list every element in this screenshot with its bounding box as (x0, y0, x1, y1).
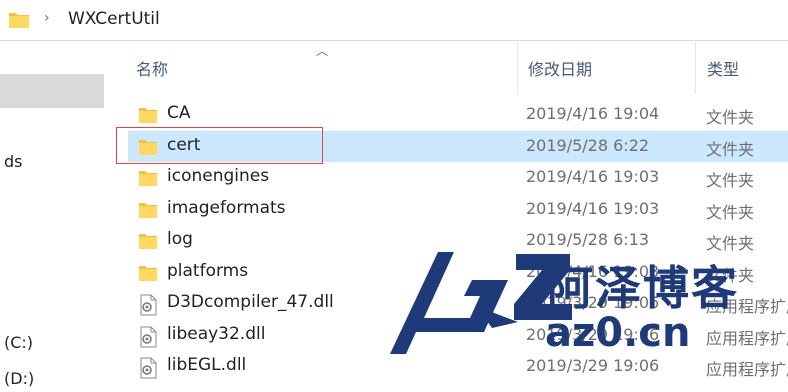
file-row[interactable]: imageformats 2019/4/16 19:03 文件夹 (128, 194, 788, 225)
column-divider[interactable] (517, 42, 518, 94)
highlight-box (116, 127, 323, 164)
nav-item-drive-d[interactable]: (D:) (4, 369, 34, 388)
navigation-pane: ds (C:) (D:) (0, 41, 120, 392)
breadcrumb-path[interactable]: WXCertUtil (68, 9, 160, 29)
file-type: 文件夹 (706, 202, 755, 222)
nav-selected-item[interactable] (0, 74, 104, 108)
file-name[interactable]: imageformats (167, 198, 286, 218)
dll-file-icon (138, 294, 158, 316)
watermark-url: az0.cn (545, 310, 691, 356)
file-name[interactable]: libEGL.dll (167, 355, 246, 375)
folder-icon (138, 263, 158, 283)
file-date: 2019/4/16 19:03 (526, 198, 660, 218)
file-date: 2019/4/16 19:04 (526, 104, 660, 123)
file-name[interactable]: libeay32.dll (167, 324, 265, 344)
file-type: 文件夹 (706, 171, 755, 190)
column-header-type[interactable]: 类型 (707, 56, 739, 80)
chevron-right-icon[interactable]: › (44, 10, 50, 26)
file-type: 文件夹 (706, 139, 755, 159)
file-date: 2019/4/16 19:03 (526, 167, 660, 186)
dll-file-icon (138, 326, 158, 347)
folder-icon (138, 168, 158, 188)
column-header-name[interactable]: 名称 (136, 56, 168, 80)
file-name[interactable]: platforms (167, 261, 248, 281)
file-name[interactable]: D3Dcompiler_47.dll (167, 292, 334, 312)
file-name[interactable]: iconengines (167, 166, 269, 186)
nav-item-drive-c[interactable]: (C:) (4, 333, 33, 352)
folder-icon (138, 200, 158, 220)
watermark-title: 阿泽博客 (547, 261, 739, 315)
column-divider[interactable] (695, 42, 696, 94)
folder-icon (138, 231, 158, 251)
file-row[interactable]: CA 2019/4/16 19:04 文件夹 (128, 99, 788, 130)
file-date: 2019/5/28 6:22 (526, 135, 650, 155)
file-name[interactable]: log (167, 229, 193, 249)
folder-icon (8, 9, 30, 33)
dll-file-icon (138, 357, 158, 379)
column-header-date[interactable]: 修改日期 (528, 56, 592, 80)
watermark-logo-text: AZ (380, 242, 382, 243)
nav-item-ds[interactable]: ds (4, 152, 23, 171)
sort-ascending-icon: ︿ (316, 44, 329, 58)
file-name[interactable]: CA (167, 103, 191, 123)
address-bar[interactable]: › WXCertUtil (0, 0, 788, 41)
file-type: 文件夹 (706, 108, 755, 127)
file-row[interactable]: iconengines 2019/4/16 19:03 文件夹 (128, 162, 788, 193)
folder-icon (138, 105, 158, 125)
